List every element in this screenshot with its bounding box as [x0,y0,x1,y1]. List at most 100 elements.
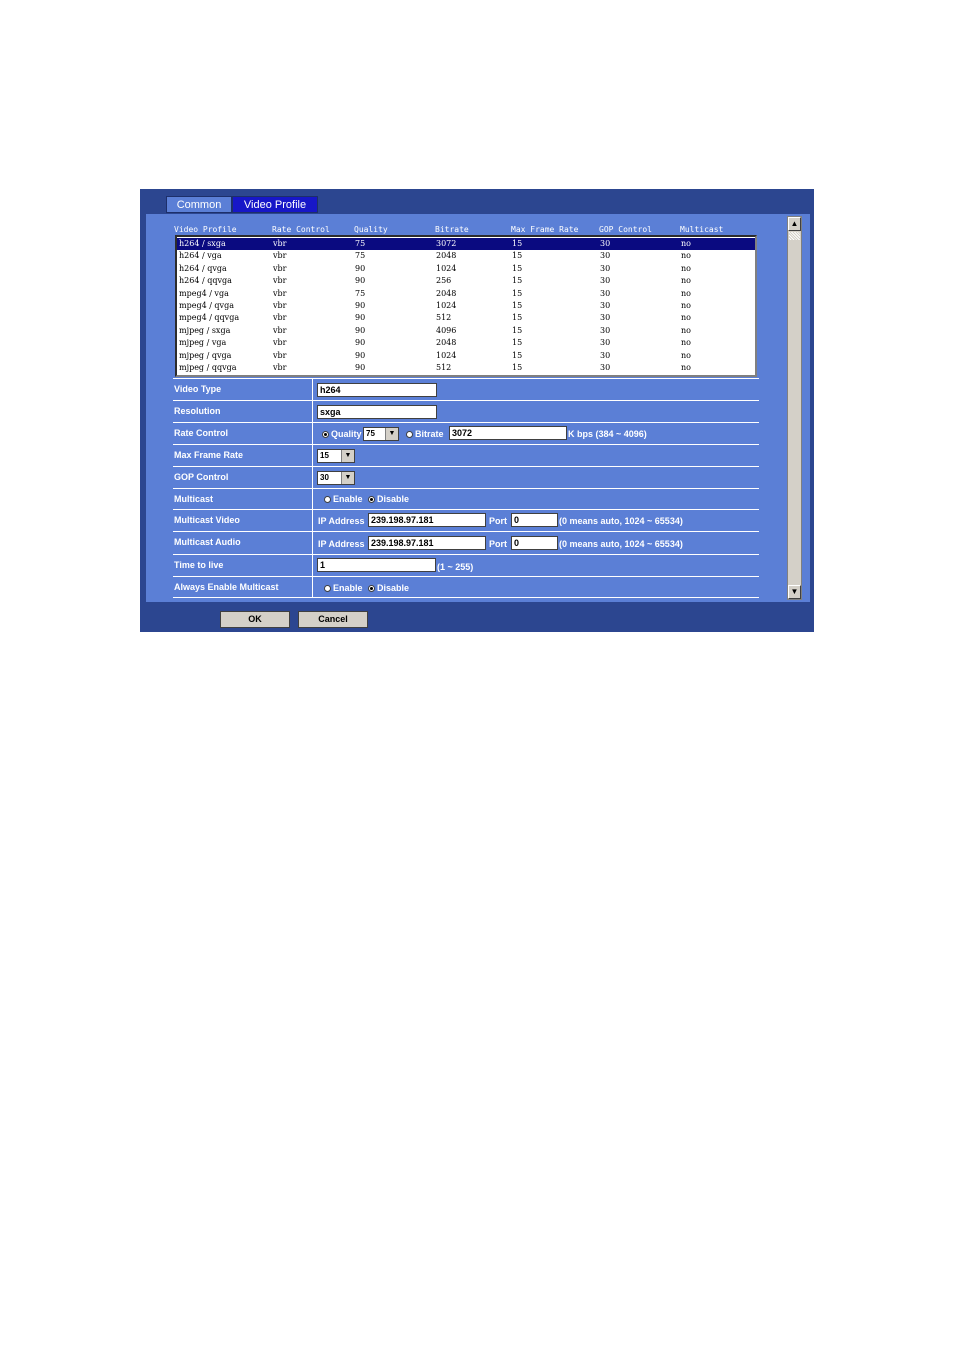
bitrate-hint: K bps (384 ~ 4096) [568,429,647,439]
list-cell: 30 [600,325,611,335]
rate-control-label: Rate Control [174,423,313,444]
tab-common[interactable]: Common [166,196,232,213]
list-cell: 15 [512,313,523,323]
always-multicast-disable-radio[interactable] [368,585,375,592]
list-cell: 256 [436,276,452,286]
list-cell: no [681,288,691,298]
list-cell: vbr [273,338,287,348]
gop-control-select[interactable]: 30 ▼ [317,471,355,485]
quality-value: 75 [366,429,375,438]
column-header: Quality [354,225,388,234]
list-item[interactable]: h264 / qvga vbr 90 1024 15 30 no [177,263,755,275]
list-cell: vbr [273,239,287,248]
list-cell: 90 [355,263,366,273]
gop-control-row: GOP Control 30 ▼ [173,466,759,488]
list-cell: h264 / sxga [179,239,226,248]
list-cell: 2048 [436,288,457,298]
ok-button[interactable]: OK [220,611,290,628]
ttl-row: Time to live 1 (1 ~ 255) [173,554,759,576]
list-cell: 90 [355,338,366,348]
tab-bar: Common Video Profile [166,196,318,213]
list-cell: 90 [355,363,366,372]
list-cell: 1024 [436,301,457,310]
list-item[interactable]: mpeg4 / qvga vbr 90 1024 15 30 no [177,300,755,312]
multicast-audio-port-field[interactable]: 0 [511,536,558,550]
multicast-audio-label: Multicast Audio [174,532,313,554]
multicast-video-label: Multicast Video [174,510,313,531]
list-cell: 75 [355,288,366,298]
list-item[interactable]: mjpeg / qqvga vbr 90 512 15 30 no [177,362,755,374]
ttl-label: Time to live [174,555,313,576]
list-cell: 15 [512,301,523,310]
list-item[interactable]: mjpeg / sxga vbr 90 4096 15 30 no [177,325,755,337]
multicast-video-row: Multicast Video IP Address 239.198.97.18… [173,509,759,531]
list-cell: mpeg4 / qvga [179,301,234,310]
list-cell: mpeg4 / qqvga [179,313,240,323]
video-profile-list[interactable]: h264 / sxga vbr 75 3072 15 30 no h264 / vga vbr 7… [175,235,757,377]
resolution-row: Resolution sxga [173,400,759,422]
max-frame-rate-select[interactable]: 15 ▼ [317,449,355,463]
video-type-label: Video Type [174,379,313,400]
always-multicast-enable-label: Enable [333,583,363,593]
always-multicast-disable-label: Disable [377,583,410,593]
list-cell: 90 [355,325,366,335]
list-item[interactable]: mpeg4 / qqvga vbr 90 512 15 30 no [177,312,755,324]
list-item[interactable]: mpeg4 / vga vbr 75 2048 15 30 no [177,288,755,300]
list-cell: 512 [436,363,452,372]
list-cell: 75 [355,251,366,261]
gop-control-label: GOP Control [174,467,313,488]
port-hint: (0 means auto, 1024 ~ 65534) [559,539,683,549]
quality-label: Quality [331,429,362,439]
always-multicast-enable-radio[interactable] [324,585,331,592]
list-cell: 30 [600,251,611,261]
list-item[interactable]: h264 / qqvga vbr 90 256 15 30 no [177,275,755,287]
bitrate-label: Bitrate [415,429,444,439]
list-cell: no [681,263,691,273]
bitrate-radio[interactable] [406,431,413,438]
list-cell: 90 [355,301,366,310]
gop-control-value: 30 [320,473,329,482]
list-cell: 15 [512,325,523,335]
multicast-disable-radio[interactable] [368,496,375,503]
multicast-enable-label: Enable [333,494,363,504]
video-type-field[interactable]: h264 [317,383,437,397]
list-cell: mpeg4 / vga [179,288,229,298]
list-cell: h264 / qqvga [179,276,232,286]
list-cell: 4096 [436,325,457,335]
list-cell: 30 [600,363,611,372]
list-cell: 15 [512,338,523,348]
list-item[interactable]: h264 / vga vbr 75 2048 15 30 no [177,250,755,262]
tab-video-profile[interactable]: Video Profile [232,196,318,213]
multicast-video-port-field[interactable]: 0 [511,513,558,527]
list-cell: 30 [600,288,611,298]
list-cell: 15 [512,251,523,261]
resolution-field[interactable]: sxga [317,405,437,419]
list-item[interactable]: h264 / sxga vbr 75 3072 15 30 no [177,238,755,250]
arrow-down-icon[interactable]: ▼ [788,585,801,599]
list-item[interactable]: mjpeg / qvga vbr 90 1024 15 30 no [177,350,755,362]
vertical-scrollbar[interactable]: ▲ ▼ [787,216,802,600]
list-cell: vbr [273,325,287,335]
multicast-disable-label: Disable [377,494,410,504]
multicast-video-ip-field[interactable]: 239.198.97.181 [368,513,486,527]
list-cell: vbr [273,363,287,372]
list-cell: no [681,276,691,286]
bitrate-field[interactable]: 3072 [449,426,567,440]
quality-radio[interactable] [322,431,329,438]
multicast-enable-radio[interactable] [324,496,331,503]
list-item[interactable]: mjpeg / vga vbr 90 2048 15 30 no [177,337,755,349]
arrow-up-icon[interactable]: ▲ [788,217,801,231]
multicast-audio-ip-field[interactable]: 239.198.97.181 [368,536,486,550]
cancel-button[interactable]: Cancel [298,611,368,628]
list-cell: no [681,251,691,261]
list-cell: 15 [512,350,523,360]
list-cell: mjpeg / sxga [179,325,231,335]
quality-select[interactable]: 75 ▼ [363,427,399,441]
list-cell: vbr [273,276,287,286]
list-cell: 1024 [436,350,457,360]
scrollbar-thumb[interactable] [789,232,800,240]
multicast-label: Multicast [174,489,313,509]
video-type-row: Video Type h264 [173,378,759,400]
list-cell: 90 [355,350,366,360]
ttl-field[interactable]: 1 [317,558,436,572]
